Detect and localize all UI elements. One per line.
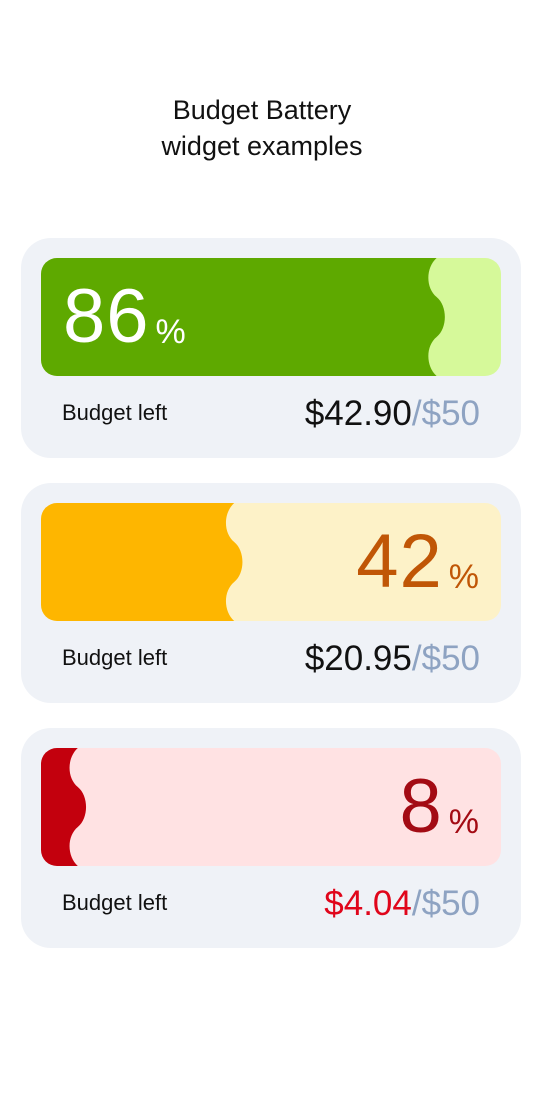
budget-remaining-amount: $42.90: [304, 394, 412, 433]
budget-amount: $42.90/$50: [305, 394, 480, 434]
budget-left-label: Budget left: [62, 890, 168, 915]
budget-total-amount: /$50: [411, 884, 480, 923]
battery-percent-sign: %: [448, 557, 479, 596]
budget-left-label: Budget left: [62, 645, 168, 670]
budget-battery-widget-1: 86 % Budget left $42.90/$50: [21, 238, 521, 458]
battery-bar: 8 %: [41, 748, 501, 866]
budget-amount: $20.95/$50: [305, 639, 480, 679]
budget-remaining-amount: $20.95: [304, 639, 412, 678]
budget-left-label: Budget left: [62, 400, 168, 425]
budget-total-amount: /$50: [411, 639, 480, 678]
battery-percent-sign: %: [155, 312, 186, 351]
battery-bar: 42 %: [41, 503, 501, 621]
budget-amount: $4.04/$50: [324, 884, 480, 924]
page-title-line-1: Budget Battery: [172, 95, 352, 125]
page-title-line-2: widget examples: [161, 131, 363, 161]
battery-bar: 86 %: [41, 258, 501, 376]
battery-percent-value: 42: [356, 519, 443, 604]
budget-battery-widget-2: 42 % Budget left $20.95/$50: [21, 483, 521, 703]
battery-percent: 86 %: [63, 258, 186, 376]
battery-percent-sign: %: [448, 802, 479, 841]
battery-percent: 42 %: [356, 503, 479, 621]
battery-percent: 8 %: [399, 748, 479, 866]
battery-percent-value: 86: [63, 274, 150, 359]
page-title: Budget Battery widget examples: [0, 92, 524, 164]
budget-battery-widget-3: 8 % Budget left $4.04/$50: [21, 728, 521, 948]
budget-total-amount: /$50: [411, 394, 480, 433]
budget-remaining-amount: $4.04: [324, 884, 412, 923]
battery-percent-value: 8: [399, 764, 443, 849]
